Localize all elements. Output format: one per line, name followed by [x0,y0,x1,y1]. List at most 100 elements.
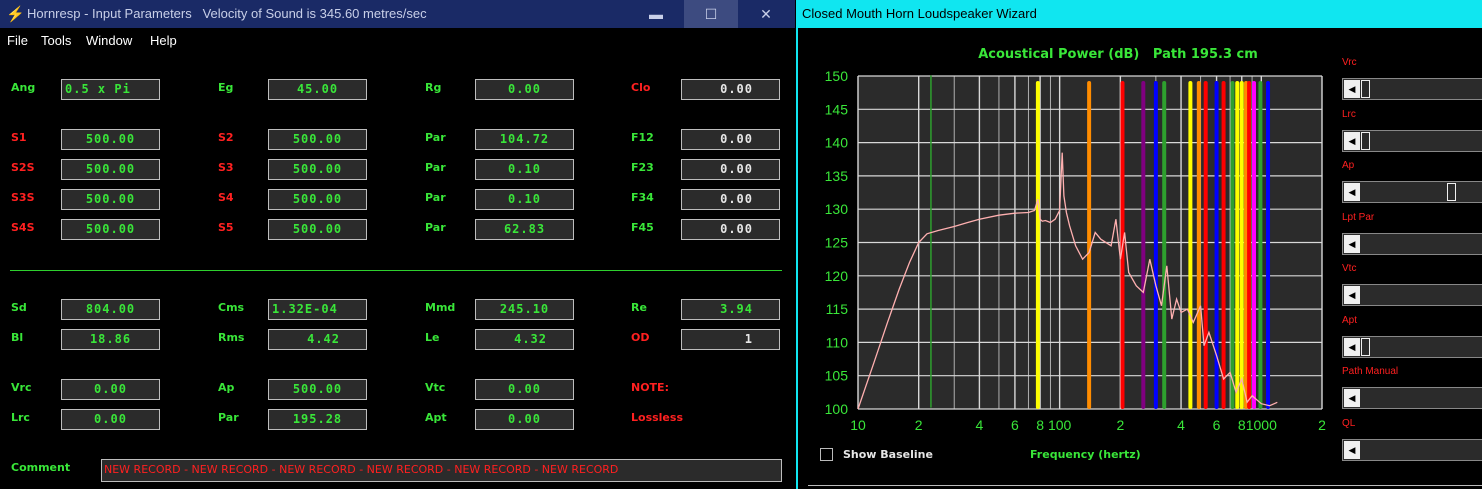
comment-field[interactable]: NEW RECORD - NEW RECORD - NEW RECORD - N… [101,459,782,482]
param-field-ang[interactable]: 0.5 x Pi [61,79,160,100]
wizard-title: Closed Mouth Horn Loudspeaker Wizard [802,6,1037,21]
menu-window[interactable]: Window [86,33,132,48]
param-field-f34[interactable]: 0.00 [681,189,780,210]
param-field-s4s[interactable]: 500.00 [61,219,160,240]
param-label-ap: Ap [218,381,235,394]
param-label-par12: Par [425,131,446,144]
x-tick-label: 4 [976,417,984,433]
param-field-s4[interactable]: 500.00 [268,189,367,210]
param-field-par-path[interactable]: 195.28 [268,409,367,430]
param-field-vtc[interactable]: 0.00 [475,379,574,400]
slider-thumb[interactable] [1361,131,1370,150]
parameter-slider[interactable]: ◀ [1342,129,1482,152]
param-field-f23[interactable]: 0.00 [681,159,780,180]
param-field-s3s[interactable]: 500.00 [61,189,160,210]
menu-file[interactable]: File [7,33,28,48]
lossless-note: Lossless [631,411,683,424]
bottom-border [808,485,1482,486]
param-label-vtc: Vtc [425,381,446,394]
slider-left-arrow-icon[interactable]: ◀ [1344,389,1360,407]
slider-label: Lrc [1342,108,1356,120]
x-tick-label: 8 [1238,417,1246,433]
param-label-mmd: Mmd [425,301,456,314]
param-field-par12[interactable]: 104.72 [475,129,574,150]
hornresp-logo-icon: ⚡ [6,6,25,23]
param-field-par45[interactable]: 62.83 [475,219,574,240]
param-field-clo[interactable]: 0.00 [681,79,780,100]
wizard-title-bar: Closed Mouth Horn Loudspeaker Wizard [798,0,1482,28]
x-tick-label: 8 [1036,417,1044,433]
minimize-button[interactable]: ▬ [629,0,683,28]
param-field-apt[interactable]: 0.00 [475,409,574,430]
param-label-rms: Rms [218,331,245,344]
close-button[interactable]: ✕ [739,0,793,28]
param-label-sd: Sd [11,301,27,314]
param-field-re[interactable]: 3.94 [681,299,780,320]
param-field-cms[interactable]: 1.32E-04 [268,299,367,320]
slider-label: Apt [1342,314,1358,326]
menu-tools[interactable]: Tools [41,33,71,48]
parameter-slider[interactable]: ◀ [1342,78,1482,100]
input-parameters-window: ⚡ Hornresp - Input Parameters Velocity o… [0,0,795,489]
param-field-par23[interactable]: 0.10 [475,159,574,180]
parameter-slider[interactable]: ◀ [1342,181,1482,203]
param-label-s3: S3 [218,161,234,174]
param-field-f12[interactable]: 0.00 [681,129,780,150]
param-label-le: Le [425,331,440,344]
param-field-s5[interactable]: 500.00 [268,219,367,240]
y-tick-label: 130 [825,201,849,217]
param-label-s4s: S4S [11,221,35,234]
slider-left-arrow-icon[interactable]: ◀ [1344,440,1360,459]
param-label-s5: S5 [218,221,234,234]
slider-thumb[interactable] [1361,337,1370,356]
param-field-sd[interactable]: 804.00 [61,299,160,320]
param-field-vrc[interactable]: 0.00 [61,379,160,400]
parameter-slider[interactable]: ◀ [1342,387,1482,409]
x-tick-label: 100 [1048,417,1072,433]
parameter-slider[interactable]: ◀ [1342,284,1482,306]
param-label-f34: F34 [631,191,654,204]
slider-left-arrow-icon[interactable]: ◀ [1344,286,1360,304]
param-label-par45: Par [425,221,446,234]
note-label: NOTE: [631,381,669,394]
y-tick-label: 110 [826,334,849,350]
slider-label: Lpt Par [1342,211,1375,223]
y-tick-label: 145 [825,101,849,117]
param-label-apt: Apt [425,411,447,424]
parameter-slider[interactable]: ◀ [1342,232,1482,255]
parameter-slider[interactable]: ◀ [1342,438,1482,461]
parameter-slider[interactable]: ◀ [1342,335,1482,358]
param-field-s2[interactable]: 500.00 [268,129,367,150]
param-field-bl[interactable]: 18.86 [61,329,160,350]
slider-left-arrow-icon[interactable]: ◀ [1344,234,1360,253]
title-bar: ⚡ Hornresp - Input Parameters Velocity o… [0,0,795,28]
param-field-f45[interactable]: 0.00 [681,219,780,240]
maximize-button[interactable]: ☐ [684,0,738,28]
param-label-s2: S2 [218,131,234,144]
menu-help[interactable]: Help [150,33,177,48]
param-field-le[interactable]: 4.32 [475,329,574,350]
y-tick-label: 120 [825,268,849,284]
show-baseline-checkbox[interactable] [820,448,833,461]
x-tick-label: 10 [850,417,866,433]
param-field-od[interactable]: 1 [681,329,780,350]
param-field-par34[interactable]: 0.10 [475,189,574,210]
slider-left-arrow-icon[interactable]: ◀ [1344,131,1360,150]
slider-thumb[interactable] [1361,80,1370,98]
x-tick-label: 2 [915,417,923,433]
param-field-s1[interactable]: 500.00 [61,129,160,150]
slider-left-arrow-icon[interactable]: ◀ [1344,183,1360,201]
param-field-s3[interactable]: 500.00 [268,159,367,180]
slider-thumb[interactable] [1446,183,1456,201]
param-field-rg[interactable]: 0.00 [475,79,574,100]
param-field-eg[interactable]: 45.00 [268,79,367,100]
param-field-s2s[interactable]: 500.00 [61,159,160,180]
param-field-rms[interactable]: 4.42 [268,329,367,350]
param-label-eg: Eg [218,81,234,94]
show-baseline-label[interactable]: Show Baseline [843,448,933,461]
slider-left-arrow-icon[interactable]: ◀ [1344,80,1360,98]
param-field-lrc[interactable]: 0.00 [61,409,160,430]
param-field-ap[interactable]: 500.00 [268,379,367,400]
param-field-mmd[interactable]: 245.10 [475,299,574,320]
slider-left-arrow-icon[interactable]: ◀ [1344,337,1360,356]
